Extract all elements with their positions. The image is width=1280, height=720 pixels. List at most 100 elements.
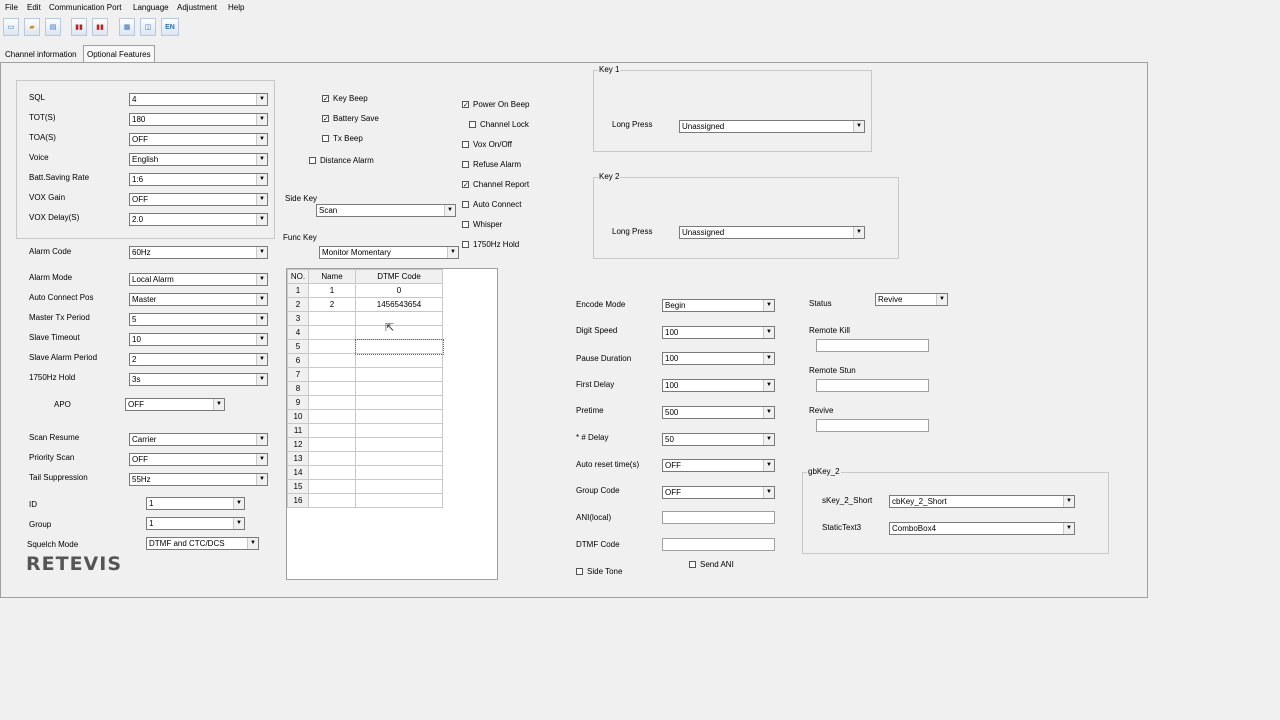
table-row[interactable]: 110 xyxy=(287,283,443,298)
name-cell[interactable] xyxy=(308,395,356,410)
group-select[interactable]: 1 ▼ xyxy=(146,517,245,530)
table-row[interactable]: 16 xyxy=(287,493,443,508)
revive-input[interactable] xyxy=(816,419,929,432)
name-cell[interactable] xyxy=(308,451,356,466)
group-code-select[interactable]: OFF ▼ xyxy=(662,486,775,499)
batt-saving-select[interactable]: 1:6 ▼ xyxy=(129,173,268,186)
language-en-button[interactable]: EN xyxy=(161,18,179,36)
settings-icon[interactable]: ◫ xyxy=(140,18,156,36)
auto-connect-pos-select[interactable]: Master ▼ xyxy=(129,293,268,306)
send-ani-checkbox[interactable]: Send ANI xyxy=(689,560,734,569)
dtmf-code-cell[interactable] xyxy=(355,493,443,508)
tot-select[interactable]: 180 ▼ xyxy=(129,113,268,126)
skey2-short-select[interactable]: cbKey_2_Short ▼ xyxy=(889,495,1075,508)
name-cell[interactable]: 2 xyxy=(308,297,356,312)
new-icon[interactable]: ▭ xyxy=(3,18,19,36)
open-icon[interactable]: ▰ xyxy=(24,18,40,36)
squelch-mode-select[interactable]: DTMF and CTC/DCS ▼ xyxy=(146,537,259,550)
dtmf-code-cell[interactable] xyxy=(355,451,443,466)
refuse-alarm-checkbox[interactable]: Refuse Alarm xyxy=(462,160,521,169)
dtmf-code-cell[interactable] xyxy=(354,338,444,355)
vox-onoff-checkbox[interactable]: Vox On/Off xyxy=(462,140,512,149)
auto-reset-time-select[interactable]: OFF ▼ xyxy=(662,459,775,472)
dtmf-code-cell[interactable] xyxy=(355,367,443,382)
tab-channel-information[interactable]: Channel information xyxy=(2,47,80,63)
name-cell[interactable]: 1 xyxy=(308,283,356,298)
info-icon[interactable]: ▦ xyxy=(119,18,135,36)
status-select[interactable]: Revive ▼ xyxy=(875,293,948,306)
table-row[interactable]: 14 xyxy=(287,465,443,480)
table-row[interactable]: 4 xyxy=(287,325,443,340)
dtmf-code-cell[interactable] xyxy=(355,395,443,410)
pause-duration-select[interactable]: 100 ▼ xyxy=(662,352,775,365)
menu-edit[interactable]: Edit xyxy=(27,3,41,12)
table-row[interactable]: 13 xyxy=(287,451,443,466)
table-row[interactable]: 10 xyxy=(287,409,443,424)
table-row[interactable]: 15 xyxy=(287,479,443,494)
id-select[interactable]: 1 ▼ xyxy=(146,497,245,510)
channel-report-checkbox[interactable]: ✓ Channel Report xyxy=(462,180,529,189)
whisper-checkbox[interactable]: Whisper xyxy=(462,220,502,229)
key1-long-press-select[interactable]: Unassigned ▼ xyxy=(679,120,865,133)
table-row[interactable]: 12 xyxy=(287,437,443,452)
distance-alarm-checkbox[interactable]: Distance Alarm xyxy=(309,156,374,165)
first-delay-select[interactable]: 100 ▼ xyxy=(662,379,775,392)
remote-kill-input[interactable] xyxy=(816,339,929,352)
dtmf-code-input[interactable] xyxy=(662,538,775,551)
write-icon[interactable]: ▮▮ xyxy=(92,18,108,36)
dtmf-code-cell[interactable] xyxy=(355,311,443,326)
dtmf-code-cell[interactable] xyxy=(355,409,443,424)
power-on-beep-checkbox[interactable]: ✓ Power On Beep xyxy=(462,100,529,109)
name-cell[interactable] xyxy=(308,367,356,382)
name-cell[interactable] xyxy=(308,423,356,438)
tx-beep-checkbox[interactable]: Tx Beep xyxy=(322,134,363,143)
table-row[interactable]: 5 xyxy=(287,338,444,355)
hold-1750-select[interactable]: 3s ▼ xyxy=(129,373,268,386)
remote-stun-input[interactable] xyxy=(816,379,929,392)
menu-help[interactable]: Help xyxy=(228,3,244,12)
priority-scan-select[interactable]: OFF ▼ xyxy=(129,453,268,466)
alarm-code-select[interactable]: 60Hz ▼ xyxy=(129,246,268,259)
battery-save-checkbox[interactable]: ✓ Battery Save xyxy=(322,114,379,123)
dtmf-code-cell[interactable]: 0 xyxy=(355,283,443,298)
dtmf-code-cell[interactable] xyxy=(355,437,443,452)
name-cell[interactable] xyxy=(308,325,356,340)
name-cell[interactable] xyxy=(308,409,356,424)
save-icon[interactable]: ▤ xyxy=(45,18,61,36)
table-row[interactable]: 2 2 1456543654 xyxy=(287,297,443,312)
voice-select[interactable]: English ▼ xyxy=(129,153,268,166)
name-cell[interactable] xyxy=(308,353,356,368)
menu-communication-port[interactable]: Communication Port xyxy=(49,3,121,12)
channel-lock-checkbox[interactable]: Channel Lock xyxy=(469,120,529,129)
dtmf-code-cell[interactable]: 1456543654 xyxy=(355,297,443,312)
dtmf-code-cell[interactable] xyxy=(355,353,443,368)
name-cell[interactable] xyxy=(308,311,356,326)
table-row[interactable]: 3 xyxy=(287,311,443,326)
apo-select[interactable]: OFF ▼ xyxy=(125,398,225,411)
slave-timeout-select[interactable]: 10 ▼ xyxy=(129,333,268,346)
scan-resume-select[interactable]: Carrier ▼ xyxy=(129,433,268,446)
func-key-select[interactable]: Monitor Momentary ▼ xyxy=(319,246,459,259)
table-row[interactable]: 6 xyxy=(287,353,443,368)
digit-speed-select[interactable]: 100 ▼ xyxy=(662,326,775,339)
side-key-select[interactable]: Scan ▼ xyxy=(316,204,456,217)
master-tx-period-select[interactable]: 5 ▼ xyxy=(129,313,268,326)
name-cell[interactable] xyxy=(308,493,356,508)
slave-alarm-period-select[interactable]: 2 ▼ xyxy=(129,353,268,366)
toa-select[interactable]: OFF ▼ xyxy=(129,133,268,146)
name-cell[interactable] xyxy=(308,339,356,354)
key-beep-checkbox[interactable]: ✓ Key Beep xyxy=(322,94,368,103)
name-cell[interactable] xyxy=(308,381,356,396)
name-cell[interactable] xyxy=(308,437,356,452)
ani-local-input[interactable] xyxy=(662,511,775,524)
hold-1750-checkbox[interactable]: 1750Hz Hold xyxy=(462,240,519,249)
menu-language[interactable]: Language xyxy=(133,3,169,12)
dtmf-code-cell[interactable] xyxy=(355,423,443,438)
vox-gain-select[interactable]: OFF ▼ xyxy=(129,193,268,206)
star-hash-delay-select[interactable]: 50 ▼ xyxy=(662,433,775,446)
auto-connect-checkbox[interactable]: Auto Connect xyxy=(462,200,521,209)
vox-delay-select[interactable]: 2.0 ▼ xyxy=(129,213,268,226)
name-cell[interactable] xyxy=(308,465,356,480)
table-row[interactable]: 8 xyxy=(287,381,443,396)
dtmf-code-cell[interactable] xyxy=(355,381,443,396)
